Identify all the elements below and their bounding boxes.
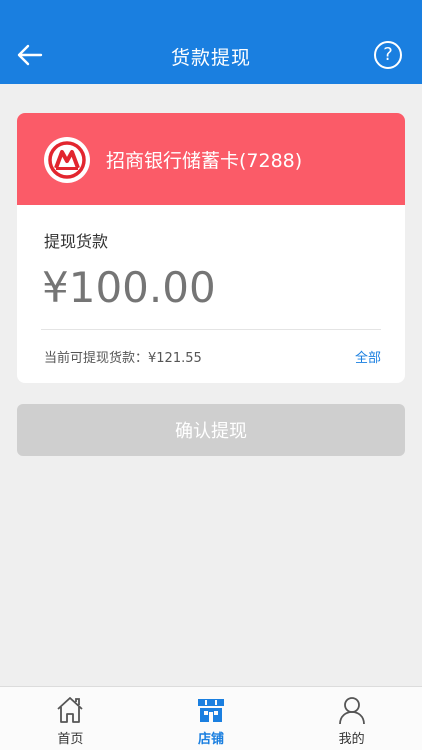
withdraw-label: 提现货款 bbox=[44, 232, 109, 251]
store-icon bbox=[196, 695, 226, 725]
available-balance: 当前可提现货款：¥121.55 bbox=[44, 351, 202, 366]
tab-label-mine: 我的 bbox=[338, 732, 365, 747]
nav-bar: 货款提现 ? bbox=[0, 0, 422, 84]
bank-card-header[interactable]: 招商银行储蓄卡(7288) bbox=[17, 113, 405, 205]
help-button[interactable]: ? bbox=[374, 41, 402, 69]
tab-mine[interactable]: 我的 bbox=[281, 687, 422, 750]
user-icon bbox=[337, 695, 367, 725]
withdraw-card: 招商银行储蓄卡(7288) 提现货款 当前可提现货款：¥121.55 全部 bbox=[17, 113, 405, 383]
home-icon bbox=[55, 695, 85, 725]
tab-store[interactable]: 店铺 bbox=[141, 687, 282, 750]
withdraw-all-link[interactable]: 全部 bbox=[355, 347, 381, 366]
tab-label-store: 店铺 bbox=[198, 732, 225, 747]
tab-home[interactable]: 首页 bbox=[0, 687, 141, 750]
bank-card-name: 招商银行储蓄卡(7288) bbox=[106, 150, 303, 172]
tab-bar: 首页 店铺 我的 bbox=[0, 686, 422, 750]
cmb-bank-logo-icon bbox=[44, 137, 90, 183]
page-title: 货款提现 bbox=[170, 47, 251, 69]
question-mark-icon: ? bbox=[383, 44, 393, 65]
confirm-withdraw-button[interactable]: 确认提现 bbox=[17, 404, 405, 456]
tab-label-home: 首页 bbox=[57, 732, 84, 747]
amount-input[interactable] bbox=[42, 263, 382, 312]
divider bbox=[41, 329, 381, 330]
